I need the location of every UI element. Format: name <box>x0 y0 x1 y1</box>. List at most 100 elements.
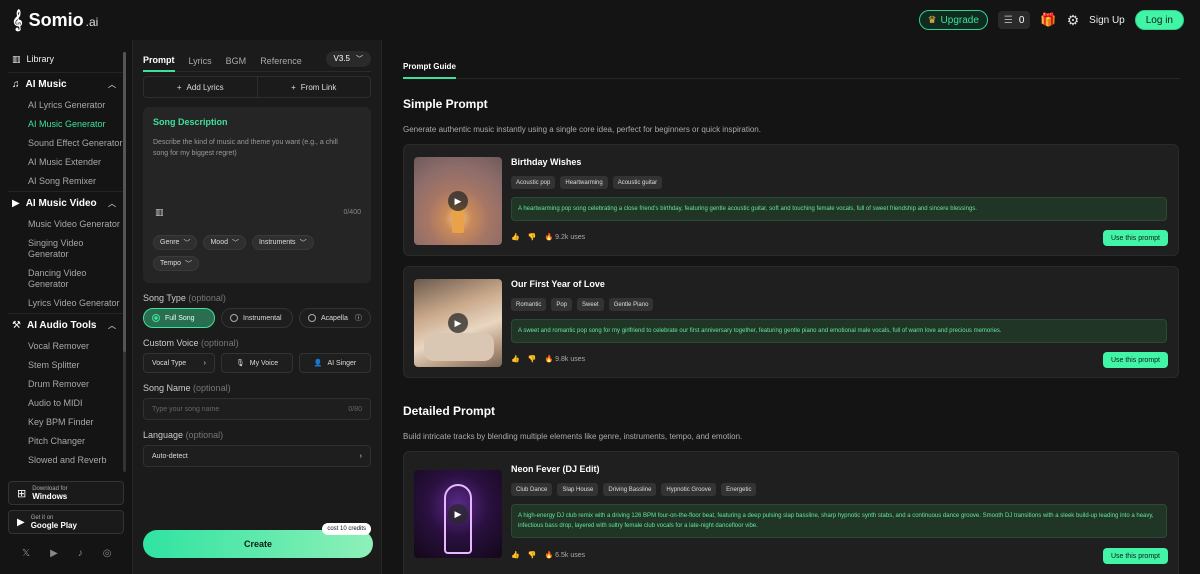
song-description-box[interactable]: Song Description Describe the kind of mu… <box>143 107 371 283</box>
library-icon[interactable]: ▥ <box>155 207 164 218</box>
sidebar-group-ai-music[interactable]: ♫ AI Music ︿ <box>8 72 126 96</box>
song-description-count: 0/400 <box>343 209 361 216</box>
chip-label: Mood <box>210 239 228 246</box>
help-icon[interactable]: ⓘ <box>355 313 362 323</box>
credits-badge[interactable]: ☰ 0 <box>997 11 1031 29</box>
song-type-full-song[interactable]: Full Song <box>143 308 215 328</box>
tab-bgm[interactable]: BGM <box>226 50 247 72</box>
tab-prompt[interactable]: Prompt <box>143 50 175 72</box>
from-link-button[interactable]: + From Link <box>256 77 371 97</box>
card-prompt-text: A high-energy DJ club remix with a drivi… <box>511 504 1167 538</box>
sidebar-item-lyrics-video-generator[interactable]: Lyrics Video Generator <box>8 294 126 313</box>
tag: Acoustic guitar <box>612 176 663 189</box>
language-select[interactable]: Auto-detect › <box>143 445 371 467</box>
version-value: V3.5 <box>333 54 350 63</box>
signup-link[interactable]: Sign Up <box>1089 15 1125 26</box>
play-icon[interactable]: ▶ <box>448 191 468 211</box>
sidebar-item-slowed-and-reverb[interactable]: Slowed and Reverb <box>8 451 126 470</box>
instagram-icon[interactable]: ◎ <box>103 548 112 559</box>
sidebar-scrollbar[interactable] <box>123 52 126 472</box>
windows-download-button[interactable]: ⊞ Download for Windows <box>8 481 124 505</box>
sidebar-item-key-bpm-finder[interactable]: Key BPM Finder <box>8 413 126 432</box>
tag: Energetic <box>721 483 757 496</box>
google-play-button[interactable]: ▶ Get it on Google Play <box>8 510 124 534</box>
sidebar-item-ai-lyrics-generator[interactable]: AI Lyrics Generator <box>8 96 126 115</box>
ai-singer-label: AI Singer <box>327 359 357 367</box>
thumbs-up-icon[interactable]: 👍 <box>511 551 520 559</box>
logo[interactable]: 𝄞 Somio .ai <box>12 10 98 31</box>
song-type-acapella[interactable]: Acapella ⓘ <box>299 308 371 328</box>
sidebar-item-drum-remover[interactable]: Drum Remover <box>8 375 126 394</box>
fire-icon: 🔥 <box>544 552 554 559</box>
tiktok-icon[interactable]: ♪ <box>78 548 83 559</box>
microphone-icon: 🎙 <box>235 360 245 367</box>
thumbs-up-icon[interactable]: 👍 <box>511 355 520 363</box>
prompt-guide: Prompt Guide Simple Prompt Generate auth… <box>383 40 1200 574</box>
sidebar-group-ai-audio-tools[interactable]: ⚒ AI Audio Tools ︿ <box>8 313 126 337</box>
gear-icon[interactable]: ⚙ <box>1067 12 1080 29</box>
sidebar-group-ai-music-video[interactable]: ▶ AI Music Video ︿ <box>8 191 126 215</box>
song-name-count: 0/80 <box>348 405 362 413</box>
ai-singer-button[interactable]: 👤 AI Singer <box>299 353 371 373</box>
chip-mood[interactable]: Mood ﹀ <box>203 235 246 250</box>
chip-genre[interactable]: Genre ﹀ <box>153 235 198 250</box>
youtube-icon[interactable]: ▶ <box>50 548 58 559</box>
google-play-icon: ▶ <box>17 516 25 528</box>
card-prompt-text: A heartwarming pop song celebrating a cl… <box>511 197 1167 221</box>
sidebar-item-library[interactable]: ▥ Library <box>8 48 126 70</box>
radio-icon <box>308 314 316 322</box>
x-icon[interactable]: 𝕏 <box>22 548 30 559</box>
sidebar-item-audio-to-midi[interactable]: Audio to MIDI <box>8 394 126 413</box>
sidebar-item-pitch-changer[interactable]: Pitch Changer <box>8 432 126 451</box>
use-prompt-button[interactable]: Use this prompt <box>1102 230 1168 246</box>
gift-icon[interactable]: 🎁 <box>1040 12 1056 28</box>
song-name-input[interactable]: Type your song name 0/80 <box>143 398 371 420</box>
sidebar-item-sound-effect-generator[interactable]: Sound Effect Generator <box>8 134 126 153</box>
add-lyrics-button[interactable]: + Add Lyrics <box>144 77 257 97</box>
thumbs-down-icon[interactable]: 👎 <box>528 355 537 363</box>
sidebar-item-ai-music-generator[interactable]: AI Music Generator <box>8 115 126 134</box>
use-prompt-button[interactable]: Use this prompt <box>1102 352 1168 368</box>
tag: Slap House <box>557 483 599 496</box>
upgrade-button[interactable]: ♛ Upgrade <box>918 10 988 30</box>
card-thumbnail[interactable]: ▶ <box>414 279 502 367</box>
custom-voice-options: Vocal Type › 🎙 My Voice 👤 AI Singer <box>143 353 371 373</box>
description-chips: Genre ﹀ Mood ﹀ Instruments ﹀ Tempo ﹀ <box>153 235 363 271</box>
vocal-type-label: Vocal Type <box>152 359 187 367</box>
sidebar-item-vocal-remover[interactable]: Vocal Remover <box>8 337 126 356</box>
vocal-type-button[interactable]: Vocal Type › <box>143 353 215 373</box>
song-description-placeholder[interactable]: Describe the kind of music and theme you… <box>153 137 353 159</box>
chip-tempo[interactable]: Tempo ﹀ <box>153 256 200 271</box>
group-title: AI Music <box>25 79 67 90</box>
login-button[interactable]: Log in <box>1134 10 1184 30</box>
sidebar-item-stem-splitter[interactable]: Stem Splitter <box>8 356 126 375</box>
song-type-instrumental[interactable]: Instrumental <box>221 308 293 328</box>
thumbs-down-icon[interactable]: 👎 <box>528 551 537 559</box>
music-note-icon: ♫ <box>12 79 20 90</box>
tab-lyrics[interactable]: Lyrics <box>189 50 212 72</box>
chip-instruments[interactable]: Instruments ﹀ <box>251 235 314 250</box>
song-type-label: Instrumental <box>243 314 282 322</box>
card-thumbnail[interactable]: ▶ <box>414 157 502 245</box>
use-prompt-button[interactable]: Use this prompt <box>1102 548 1168 564</box>
sidebar-item-dancing-video-generator[interactable]: Dancing Video Generator <box>8 264 100 294</box>
play-icon[interactable]: ▶ <box>448 504 468 524</box>
sidebar-item-ai-music-extender[interactable]: AI Music Extender <box>8 153 126 172</box>
sidebar-item-singing-video-generator[interactable]: Singing Video Generator <box>8 234 100 264</box>
sidebar-item-ai-song-remixer[interactable]: AI Song Remixer <box>8 172 126 191</box>
radio-icon <box>230 314 238 322</box>
top-bar: 𝄞 Somio .ai ♛ Upgrade ☰ 0 🎁 ⚙ Sign Up Lo… <box>0 0 1200 40</box>
thumbs-up-icon[interactable]: 👍 <box>511 233 520 241</box>
tab-reference[interactable]: Reference <box>260 50 302 72</box>
card-thumbnail[interactable]: ▶ <box>414 470 502 558</box>
song-name-placeholder: Type your song name <box>152 405 220 413</box>
my-voice-button[interactable]: 🎙 My Voice <box>221 353 293 373</box>
thumbs-down-icon[interactable]: 👎 <box>528 233 537 241</box>
tools-icon: ⚒ <box>12 320 21 331</box>
tab-prompt-guide[interactable]: Prompt Guide <box>403 62 456 79</box>
version-select[interactable]: V3.5 ﹀ <box>325 50 371 67</box>
sidebar-item-music-video-generator[interactable]: Music Video Generator <box>8 215 126 234</box>
play-icon[interactable]: ▶ <box>448 313 468 333</box>
card-tags: Acoustic pop Heartwarming Acoustic guita… <box>511 176 663 189</box>
prompt-card-first-year-of-love: ▶ Our First Year of Love Romantic Pop Sw… <box>403 266 1179 378</box>
